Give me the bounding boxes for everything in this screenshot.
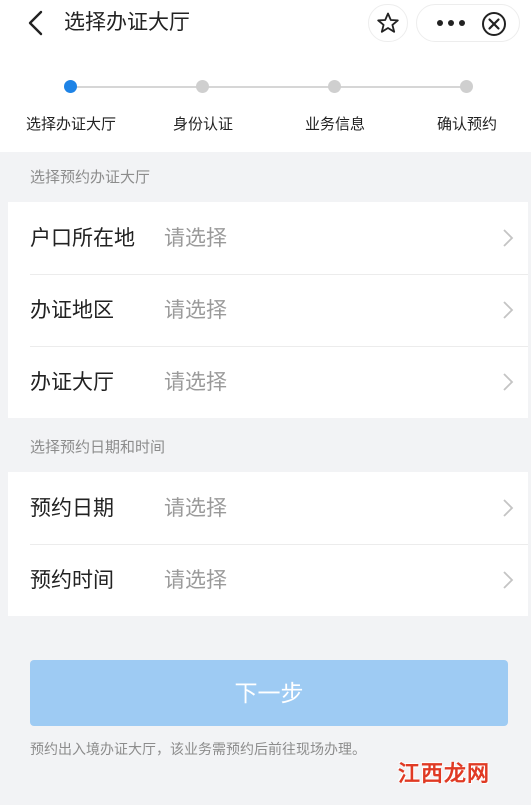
row-placeholder: 请选择 — [164, 298, 227, 322]
time-form-group: 预约日期 请选择 预约时间 请选择 — [8, 472, 528, 616]
more-button[interactable] — [429, 5, 473, 41]
step-label-business: 业务信息 — [304, 115, 366, 133]
row-label: 办证地区 — [30, 298, 114, 322]
watermark-logo: 江西龙网 — [396, 756, 526, 796]
step-dot-hall — [64, 80, 77, 93]
close-button[interactable] — [479, 9, 509, 39]
chevron-left-icon[interactable] — [22, 8, 52, 38]
mini-program-capsule — [416, 4, 520, 42]
appointment-note: 预约出入境办证大厅，该业务需预约后前往现场办理。 — [30, 742, 366, 758]
row-placeholder: 请选择 — [164, 226, 227, 250]
row-label: 办证大厅 — [30, 370, 114, 394]
chevron-right-icon — [503, 571, 514, 589]
hall-form-group: 户口所在地 请选择 办证地区 请选择 办证大厅 请选择 — [8, 202, 528, 418]
step-dot-confirm — [460, 80, 473, 93]
step-label-confirm: 确认预约 — [436, 115, 498, 133]
section-heading-time: 选择预约日期和时间 — [8, 422, 528, 472]
service-region-row[interactable]: 办证地区 请选择 — [8, 274, 528, 346]
step-dot-identity — [196, 80, 209, 93]
close-circle-icon — [482, 12, 506, 36]
chevron-right-icon — [503, 301, 514, 319]
appointment-time-row[interactable]: 预约时间 请选择 — [8, 544, 528, 616]
step-progress: 选择办证大厅 身份认证 业务信息 确认预约 — [0, 50, 531, 152]
page-title: 选择办证大厅 — [64, 10, 190, 34]
household-location-row[interactable]: 户口所在地 请选择 — [8, 202, 528, 274]
step-track — [70, 86, 468, 88]
nav-bar: 选择办证大厅 — [0, 0, 531, 50]
row-placeholder: 请选择 — [164, 496, 227, 520]
step-label-hall: 选择办证大厅 — [25, 115, 117, 133]
row-label: 预约日期 — [30, 496, 114, 520]
chevron-right-icon — [503, 499, 514, 517]
row-placeholder: 请选择 — [164, 370, 227, 394]
appointment-date-row[interactable]: 预约日期 请选择 — [8, 472, 528, 544]
service-hall-row[interactable]: 办证大厅 请选择 — [8, 346, 528, 418]
row-label: 户口所在地 — [30, 226, 135, 250]
step-label-identity: 身份认证 — [172, 115, 234, 133]
row-label: 预约时间 — [30, 568, 114, 592]
step-dot-business — [328, 80, 341, 93]
row-placeholder: 请选择 — [164, 568, 227, 592]
section-heading-hall: 选择预约办证大厅 — [8, 152, 528, 202]
ellipsis-icon — [437, 20, 465, 26]
star-outline-icon — [377, 12, 399, 33]
chevron-right-icon — [503, 373, 514, 391]
chevron-right-icon — [503, 229, 514, 247]
favorite-button[interactable] — [368, 4, 408, 42]
next-step-button[interactable]: 下一步 — [30, 660, 508, 726]
watermark-text: 江西龙网 — [398, 762, 491, 787]
